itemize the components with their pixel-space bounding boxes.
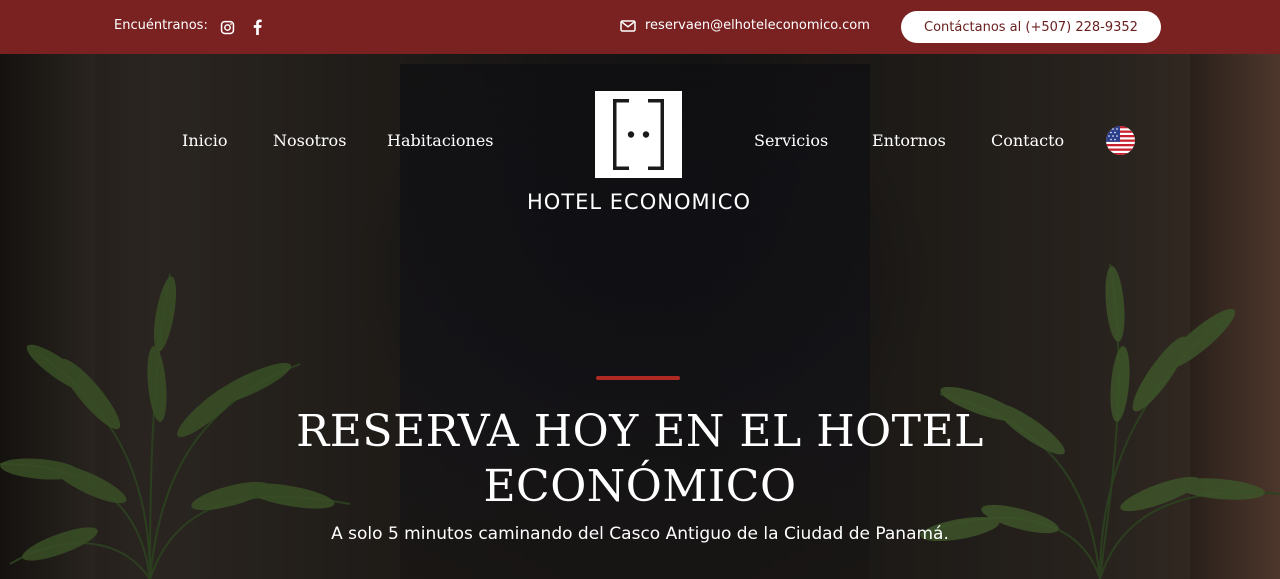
hero-subtitle: A solo 5 minutos caminando del Casco Ant… (331, 524, 949, 544)
instagram-icon[interactable] (218, 18, 236, 36)
headline-accent-line (596, 376, 680, 380)
mail-icon (620, 19, 636, 32)
hero-headline-line-1: RESERVA HOY EN EL HOTEL (296, 406, 984, 457)
find-us-label: Encuéntranos: (114, 18, 208, 33)
hero-headline: RESERVA HOY EN EL HOTEL ECONÓMICO (240, 404, 1040, 514)
hotel-logo-mark[interactable] (595, 91, 682, 178)
hotel-logo-text: HOTEL ECONOMICO (527, 190, 751, 214)
contact-phone-button[interactable]: Contáctanos al (+507) 228-9352 (901, 11, 1161, 43)
nav-item-nosotros[interactable]: Nosotros (273, 131, 346, 150)
us-flag-icon[interactable] (1106, 126, 1135, 155)
nav-item-habitaciones[interactable]: Habitaciones (387, 131, 494, 150)
top-bar: Encuéntranos: reservaen@elhoteleconomico… (0, 0, 1280, 54)
nav-item-entornos[interactable]: Entornos (872, 131, 946, 150)
nav-item-servicios[interactable]: Servicios (754, 131, 828, 150)
email-text: reservaen@elhoteleconomico.com (645, 18, 870, 33)
facebook-icon[interactable] (248, 18, 266, 36)
hero-headline-line-2: ECONÓMICO (483, 461, 797, 512)
nav-item-contacto[interactable]: Contacto (991, 131, 1064, 150)
email-link[interactable]: reservaen@elhoteleconomico.com (620, 18, 870, 33)
nav-item-inicio[interactable]: Inicio (182, 131, 227, 150)
